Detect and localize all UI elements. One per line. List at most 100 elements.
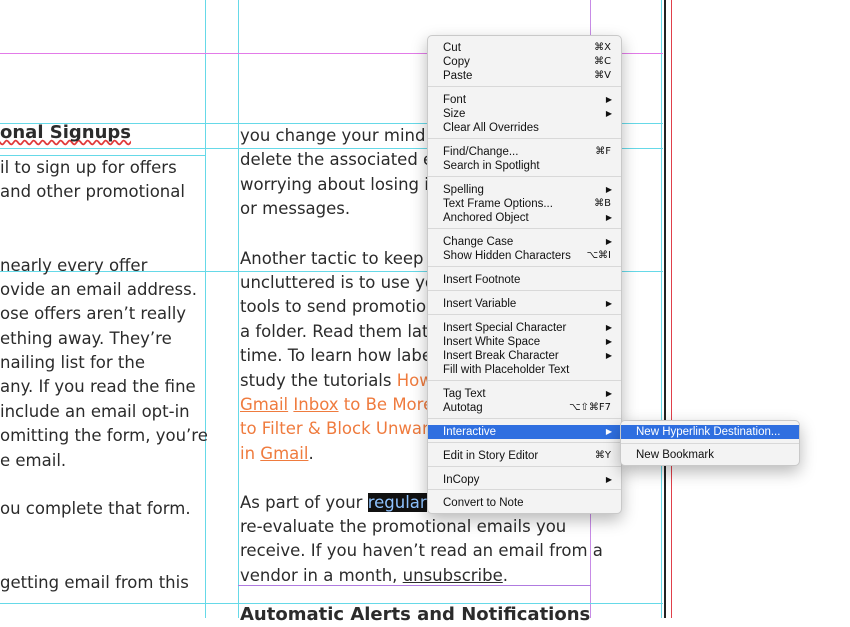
shortcut-label: ⌘B (594, 198, 611, 209)
menu-separator (428, 266, 621, 267)
submenu-arrow-icon: ▶ (605, 109, 612, 118)
body-line: vendor in a month, unsubscribe. (240, 564, 508, 588)
menu-item-label: Clear All Overrides (443, 122, 539, 134)
menu-item-paste[interactable]: Paste ⌘V (428, 69, 621, 83)
body-line: Another tactic to keep y (240, 249, 439, 268)
hyperlink-gmail[interactable]: Gmail (240, 395, 288, 414)
menu-item-insert-break-character[interactable]: Insert Break Character ▶ (428, 349, 621, 363)
menu-item-convert-to-note[interactable]: Convert to Note (428, 496, 621, 510)
menu-item-label: Change Case (443, 236, 514, 248)
hyperlink-gmail[interactable]: Gmail (260, 444, 308, 463)
submenu-item-new-bookmark[interactable]: New Bookmark (621, 448, 799, 462)
hyperlink-inbox[interactable]: Inbox (293, 395, 338, 414)
menu-item-insert-footnote[interactable]: Insert Footnote (428, 273, 621, 287)
hyperlink-text[interactable]: in (240, 444, 260, 463)
left-heading: onal Signups (0, 121, 131, 145)
menu-item-autotag[interactable]: Autotag ⌥⇧⌘F7 (428, 401, 621, 415)
body-line: As part of your regular (240, 491, 427, 515)
menu-item-label: InCopy (443, 474, 480, 486)
left-line: include an email opt-in (0, 402, 190, 421)
left-line: omitting the form, you’re (0, 426, 208, 445)
menu-item-cut[interactable]: Cut ⌘X (428, 41, 621, 55)
menu-item-fill-with-placeholder-text[interactable]: Fill with Placeholder Text (428, 363, 621, 377)
selected-text[interactable]: regular (367, 493, 427, 512)
menu-item-edit-in-story-editor[interactable]: Edit in Story Editor ⌘Y (428, 449, 621, 463)
menu-item-copy[interactable]: Copy ⌘C (428, 55, 621, 69)
menu-item-clear-all-overrides[interactable]: Clear All Overrides (428, 121, 621, 135)
context-menu: Cut ⌘X Copy ⌘C Paste ⌘V Font ▶ Size ▶ Clear All Ov… (427, 35, 622, 514)
menu-item-change-case[interactable]: Change Case ▶ (428, 235, 621, 249)
hyperlink-text[interactable]: to Be More (339, 395, 433, 414)
menu-item-label: Insert Footnote (443, 274, 521, 286)
menu-item-label: Size (443, 108, 466, 120)
menu-item-show-hidden-characters[interactable]: Show Hidden Characters ⌥⌘I (428, 249, 621, 263)
left-line: getting email from this (0, 573, 189, 592)
menu-item-insert-variable[interactable]: Insert Variable ▶ (428, 297, 621, 311)
left-line: il to sign up for offers (0, 158, 177, 177)
menu-separator (428, 176, 621, 177)
bleed-guide (671, 0, 672, 618)
submenu-arrow-icon: ▶ (605, 427, 612, 436)
menu-item-label: Insert White Space (443, 336, 541, 348)
submenu-arrow-icon: ▶ (605, 475, 612, 484)
submenu-arrow-icon: ▶ (605, 237, 612, 246)
menu-item-text-frame-options[interactable]: Text Frame Options... ⌘B (428, 197, 621, 211)
submenu-item-label: New Hyperlink Destination... (636, 426, 781, 438)
submenu-item-new-hyperlink-destination[interactable]: New Hyperlink Destination... (621, 425, 799, 439)
interactive-submenu: New Hyperlink Destination... New Bookmark (620, 420, 800, 466)
left-line: nearly every offer (0, 256, 148, 275)
menu-item-label: Fill with Placeholder Text (443, 364, 570, 376)
menu-item-insert-white-space[interactable]: Insert White Space ▶ (428, 335, 621, 349)
menu-item-label: Insert Special Character (443, 322, 567, 334)
body-text: . (308, 444, 314, 463)
menu-item-label: Text Frame Options... (443, 198, 553, 210)
menu-item-tag-text[interactable]: Tag Text ▶ (428, 387, 621, 401)
menu-item-label: Copy (443, 56, 470, 68)
column-guide (661, 0, 662, 618)
menu-item-font[interactable]: Font ▶ (428, 93, 621, 107)
submenu-arrow-icon: ▶ (605, 351, 612, 360)
shortcut-label: ⌘X (594, 42, 611, 53)
left-line: any. If you read the fine (0, 377, 196, 396)
menu-item-spelling[interactable]: Spelling ▶ (428, 183, 621, 197)
submenu-item-label: New Bookmark (636, 449, 714, 461)
body-line: study the tutorials How (240, 369, 433, 393)
submenu-arrow-icon: ▶ (605, 337, 612, 346)
menu-separator (428, 380, 621, 381)
shortcut-label: ⌘V (594, 70, 611, 81)
menu-item-find-change[interactable]: Find/Change... ⌘F (428, 145, 621, 159)
body-line: time. To learn how labe (240, 346, 433, 365)
shortcut-label: ⌘F (595, 146, 611, 157)
column-guide (238, 0, 239, 618)
body-line: Gmail Inbox to Be More (240, 393, 433, 417)
submenu-arrow-icon: ▶ (605, 213, 612, 222)
menu-separator (428, 86, 621, 87)
menu-separator (428, 489, 621, 490)
body-line: tools to send promotio (240, 297, 427, 316)
menu-item-label: Convert to Note (443, 497, 524, 509)
menu-item-label: Insert Break Character (443, 350, 559, 362)
column-guide (205, 0, 206, 618)
submenu-arrow-icon: ▶ (605, 299, 612, 308)
menu-item-label: Paste (443, 70, 473, 82)
menu-item-anchored-object[interactable]: Anchored Object ▶ (428, 211, 621, 225)
menu-item-incopy[interactable]: InCopy ▶ (428, 473, 621, 487)
menu-separator (428, 418, 621, 419)
menu-item-interactive[interactable]: Interactive ▶ (428, 425, 621, 439)
hyperlink-line[interactable]: to Filter & Block Unwan (240, 417, 433, 441)
menu-item-search-in-spotlight[interactable]: Search in Spotlight (428, 159, 621, 173)
unsubscribe-text: unsubscribe (402, 566, 503, 585)
menu-item-label: Edit in Story Editor (443, 450, 539, 462)
heading-text: onal Signups (0, 122, 132, 143)
menu-separator (428, 228, 621, 229)
menu-separator (428, 138, 621, 139)
menu-item-insert-special-character[interactable]: Insert Special Character ▶ (428, 321, 621, 335)
next-heading: Automatic Alerts and Notifications (240, 604, 591, 625)
body-line: receive. If you haven’t read an email fr… (240, 541, 603, 560)
left-line: ou complete that form. (0, 499, 191, 518)
menu-item-label: Spelling (443, 184, 484, 196)
menu-item-size[interactable]: Size ▶ (428, 107, 621, 121)
menu-separator (428, 290, 621, 291)
body-text: . (502, 566, 509, 585)
body-line: you change your mind a (240, 126, 441, 145)
